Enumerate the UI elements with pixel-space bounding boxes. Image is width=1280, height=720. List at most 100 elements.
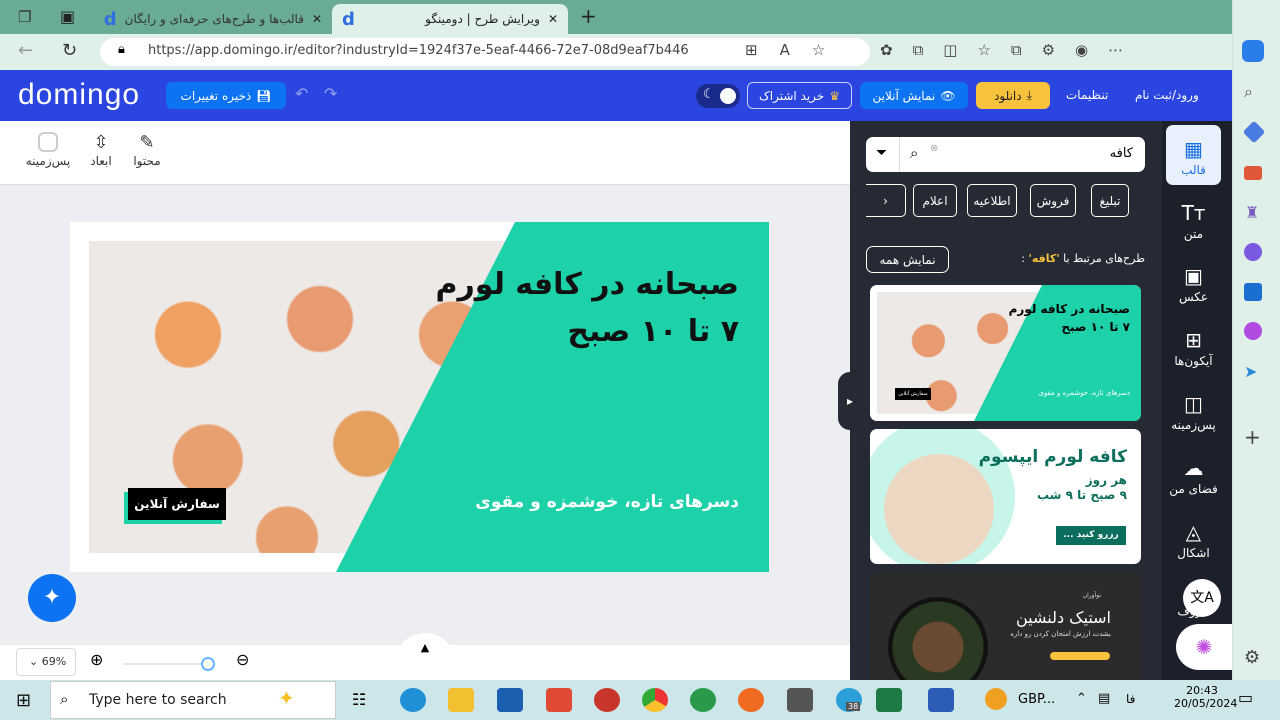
telegram-icon[interactable]: ➤ (1244, 362, 1257, 381)
design-cta[interactable]: سفارش آنلاین (128, 488, 226, 520)
rail-icons[interactable]: ⊞ آیکون‌ها (1166, 328, 1221, 368)
ccleaner-icon[interactable] (546, 688, 572, 712)
search-input[interactable]: کافه (1110, 146, 1133, 161)
browser-tab-active[interactable]: ✕ ویرایش طرح | دومینگو d (332, 4, 568, 34)
template-icon: ▦ (1184, 137, 1203, 161)
background-icon: ◫ (1184, 392, 1203, 416)
save-button[interactable]: 💾︎ ذخیره تغییرات (166, 82, 286, 109)
design-canvas[interactable]: صبحانه در کافه لورم ۷ تا ۱۰ صبح دسرهای ت… (70, 222, 769, 572)
cloud-upload-icon: ☁ (1183, 456, 1204, 480)
zoom-in-icon[interactable]: ⊕ (90, 650, 103, 669)
show-all-button[interactable]: نمایش همه (866, 246, 949, 273)
reload-icon[interactable]: ↻ (62, 40, 77, 61)
design-headline[interactable]: صبحانه در کافه لورم (436, 267, 739, 302)
rail-shapes[interactable]: ◬ اشکال (1166, 520, 1221, 560)
microsoft365-icon[interactable] (1244, 243, 1262, 261)
excel-icon[interactable] (876, 688, 902, 712)
copilot-icon[interactable] (1242, 40, 1264, 62)
rail-background[interactable]: ◫ پس‌زمینه (1166, 392, 1221, 432)
new-tab-icon[interactable]: + (580, 4, 597, 28)
rail-photo[interactable]: ▣ عکس (1166, 264, 1221, 304)
app-icon[interactable] (787, 688, 813, 712)
magic-wand-button[interactable]: ✦ (28, 574, 76, 622)
chip-advertising[interactable]: تبلیغ (1091, 184, 1129, 217)
zoom-slider[interactable] (124, 663, 208, 665)
redo-icon[interactable]: ↷ (324, 84, 337, 103)
word-icon[interactable] (928, 688, 954, 712)
online-preview-button[interactable]: 👁︎ نمایش آنلاین (860, 82, 968, 109)
idm-icon[interactable] (690, 688, 716, 712)
store-icon[interactable] (497, 688, 523, 712)
windows-start-icon[interactable]: ⊞ (16, 690, 31, 711)
design-hours[interactable]: ۷ تا ۱۰ صبح (567, 314, 739, 349)
settings-link[interactable]: تنظیمات (1066, 88, 1108, 102)
search-icon[interactable]: ⌕ (910, 144, 918, 162)
rail-my-space[interactable]: ☁ فضای من (1166, 456, 1221, 496)
tab-actions-icon[interactable]: ▣ (60, 7, 75, 26)
translate-icon[interactable]: 文A (1183, 579, 1221, 617)
address-bar-actions[interactable]: ⊞A☆ (745, 41, 847, 59)
toolbar-background-button[interactable]: پس‌زمینه (25, 132, 71, 168)
zoom-slider-handle[interactable] (201, 657, 215, 671)
task-view-icon[interactable]: ☷ (352, 690, 366, 709)
background-icon (25, 132, 71, 154)
chip-sales[interactable]: فروش (1030, 184, 1076, 217)
add-icon[interactable]: + (1244, 425, 1261, 449)
network-icon[interactable]: ▤ (1098, 691, 1110, 706)
zoom-select[interactable]: ⌄ 69% (16, 648, 76, 676)
edge-app-icon[interactable] (400, 688, 426, 712)
favicon-icon: d (342, 8, 355, 30)
login-link[interactable]: ورود/ثبت نام (1135, 88, 1199, 102)
toolbar-dimensions-button[interactable]: ⇳ ابعاد (79, 132, 123, 168)
toolbar-content-button[interactable]: ✎ محتوا (125, 132, 169, 168)
outlook-icon[interactable] (1244, 283, 1262, 301)
chip-announcement[interactable]: اعلام (913, 184, 957, 217)
template-search: ⏷ ⌕ ⊗ کافه (866, 137, 1145, 172)
tray-chevron-icon[interactable]: ⌃ (1076, 691, 1087, 706)
rail-text[interactable]: Tт متن (1166, 201, 1221, 241)
download-button[interactable]: ⤓ دانلود (976, 82, 1050, 109)
lock-icon[interactable]: 🔒︎ (118, 42, 125, 57)
close-icon[interactable]: ✕ (548, 12, 558, 26)
clear-icon[interactable]: ⊗ (930, 143, 938, 154)
template-card[interactable]: صبحانه در کافه لورم ۷ تا ۱۰ صبح دسرهای ت… (870, 285, 1141, 421)
template-card[interactable]: نوآوران استیک دلنشین بشدت ارزش امتحان کر… (870, 572, 1141, 680)
currency-widget[interactable]: GBP... (1018, 692, 1055, 707)
chips-next-button[interactable]: › (866, 184, 906, 217)
toggle-knob (720, 88, 736, 104)
chip-notice[interactable]: اطلاعیه (967, 184, 1017, 217)
telegram-icon[interactable]: 38 (836, 688, 862, 712)
browser-tab[interactable]: ✕ قالب‌ها و طرح‌های حرفه‌ای و رایگان d (92, 4, 332, 34)
close-icon[interactable]: ✕ (312, 12, 322, 26)
designer-icon[interactable] (1244, 322, 1262, 340)
psiphon-icon[interactable] (594, 688, 620, 712)
back-icon[interactable]: ← (18, 40, 33, 61)
subscribe-button[interactable]: ♛ خرید اشتراک (747, 82, 852, 109)
file-explorer-icon[interactable] (448, 688, 474, 712)
notifications-icon[interactable]: ▭ (1238, 688, 1253, 707)
panel-collapse-button[interactable]: ▸ (838, 372, 862, 430)
tools-icon[interactable] (1244, 166, 1262, 180)
favicon-icon: d (103, 8, 117, 30)
firefox-icon[interactable] (738, 688, 764, 712)
ai-brain-icon[interactable]: ✺ (1176, 624, 1232, 670)
workspaces-icon[interactable]: ❐ (18, 8, 31, 26)
clock[interactable]: 20:43 20/05/2024 (1174, 684, 1237, 710)
filter-icon[interactable]: ⏷ (876, 145, 887, 161)
settings-icon[interactable]: ⚙ (1244, 647, 1260, 668)
related-heading: طرح‌های مرتبط با 'کافه' : (1021, 252, 1145, 265)
games-icon[interactable]: ♜ (1245, 203, 1259, 222)
undo-icon[interactable]: ↶ (295, 84, 308, 103)
theme-toggle[interactable]: ☾ (696, 84, 740, 108)
domingo-logo[interactable]: domingo (18, 78, 140, 112)
language-indicator[interactable]: فا (1126, 692, 1135, 706)
moon-icon: ☾ (703, 87, 715, 102)
chrome-icon[interactable] (642, 688, 668, 712)
zoom-out-icon[interactable]: ⊖ (236, 650, 249, 669)
design-subtitle[interactable]: دسرهای تازه، خوشمزه و مقوی (475, 492, 739, 512)
browser-extensions-icons[interactable]: ✿⧉◫☆⧉⚙◉⋯ (880, 41, 1143, 59)
rail-templates[interactable]: ▦ قالب (1166, 137, 1221, 177)
template-card[interactable]: کافه لورم ایپسوم هر روز ۹ صبح تا ۹ شب رز… (870, 429, 1141, 564)
search-icon[interactable]: ⌕ (1244, 82, 1253, 102)
image-icon: ▣ (1184, 264, 1203, 288)
